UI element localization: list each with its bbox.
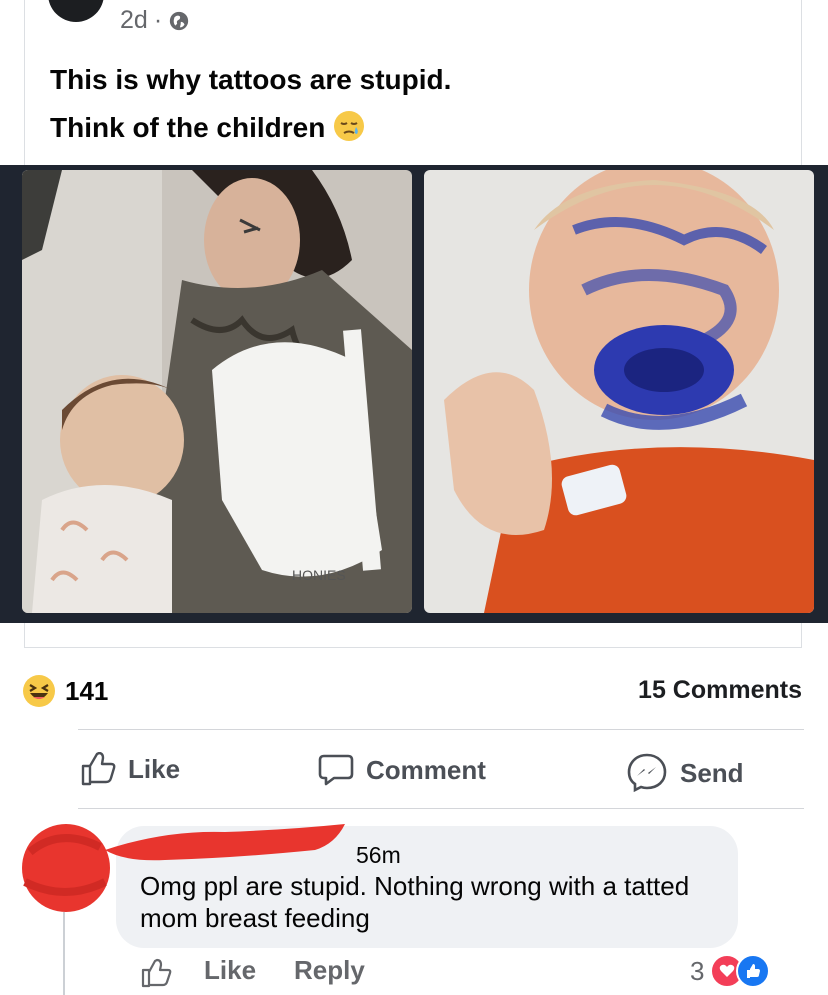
post-text: This is why tattoos are stupid. Think of… [50,56,451,152]
globe-icon [169,11,189,30]
like-reaction-icon [736,954,771,988]
reaction-count: 141 [65,675,109,706]
post-text-line-2: Think of the children [50,104,451,152]
photo-right-crying-child [424,170,814,613]
messenger-icon [627,753,667,793]
commenter-avatar-redacted[interactable] [20,822,112,914]
comment-reaction-picker-icon[interactable] [140,957,174,989]
photo-left-art: HONIES [22,170,412,613]
comments-count[interactable]: 15 Comments [638,676,802,705]
post-meta: 2d · [120,6,190,35]
send-label: Send [680,757,744,788]
comment-time: 56m [356,842,401,868]
thread-line [63,912,65,995]
send-button[interactable]: Send [626,752,744,794]
divider [78,729,804,730]
comment-label: Comment [366,754,486,785]
divider [78,808,804,809]
comment-reaction-count: 3 [690,955,705,986]
comment-button[interactable]: Comment [318,752,486,788]
post-text-line-2-label: Think of the children [50,112,326,143]
comment-like-button[interactable]: Like [204,955,256,986]
sleepy-face-emoji-icon [334,111,365,141]
post-card-bottom [24,623,802,648]
reactions-summary[interactable]: 141 [22,674,108,708]
comment-bubble-icon [318,754,354,786]
meta-separator: · [153,6,163,34]
comment-text: Omg ppl are stupid. Nothing wrong with a… [140,871,690,933]
like-label: Like [128,753,181,784]
post-time[interactable]: 2d [120,6,148,35]
comment-reactions[interactable]: 3 [690,954,771,988]
thumbs-up-icon [81,752,116,786]
photo-right-art [424,170,814,613]
haha-emoji-icon [23,675,55,707]
post-text-line-1: This is why tattoos are stupid. [50,64,452,95]
like-button[interactable]: Like [80,752,180,786]
comment-reply-button[interactable]: Reply [294,955,365,986]
photo-left-caption: HONIES [292,567,346,583]
commenter-name-redaction [105,824,345,861]
photo-left-tattooed-mother: HONIES [22,170,412,613]
